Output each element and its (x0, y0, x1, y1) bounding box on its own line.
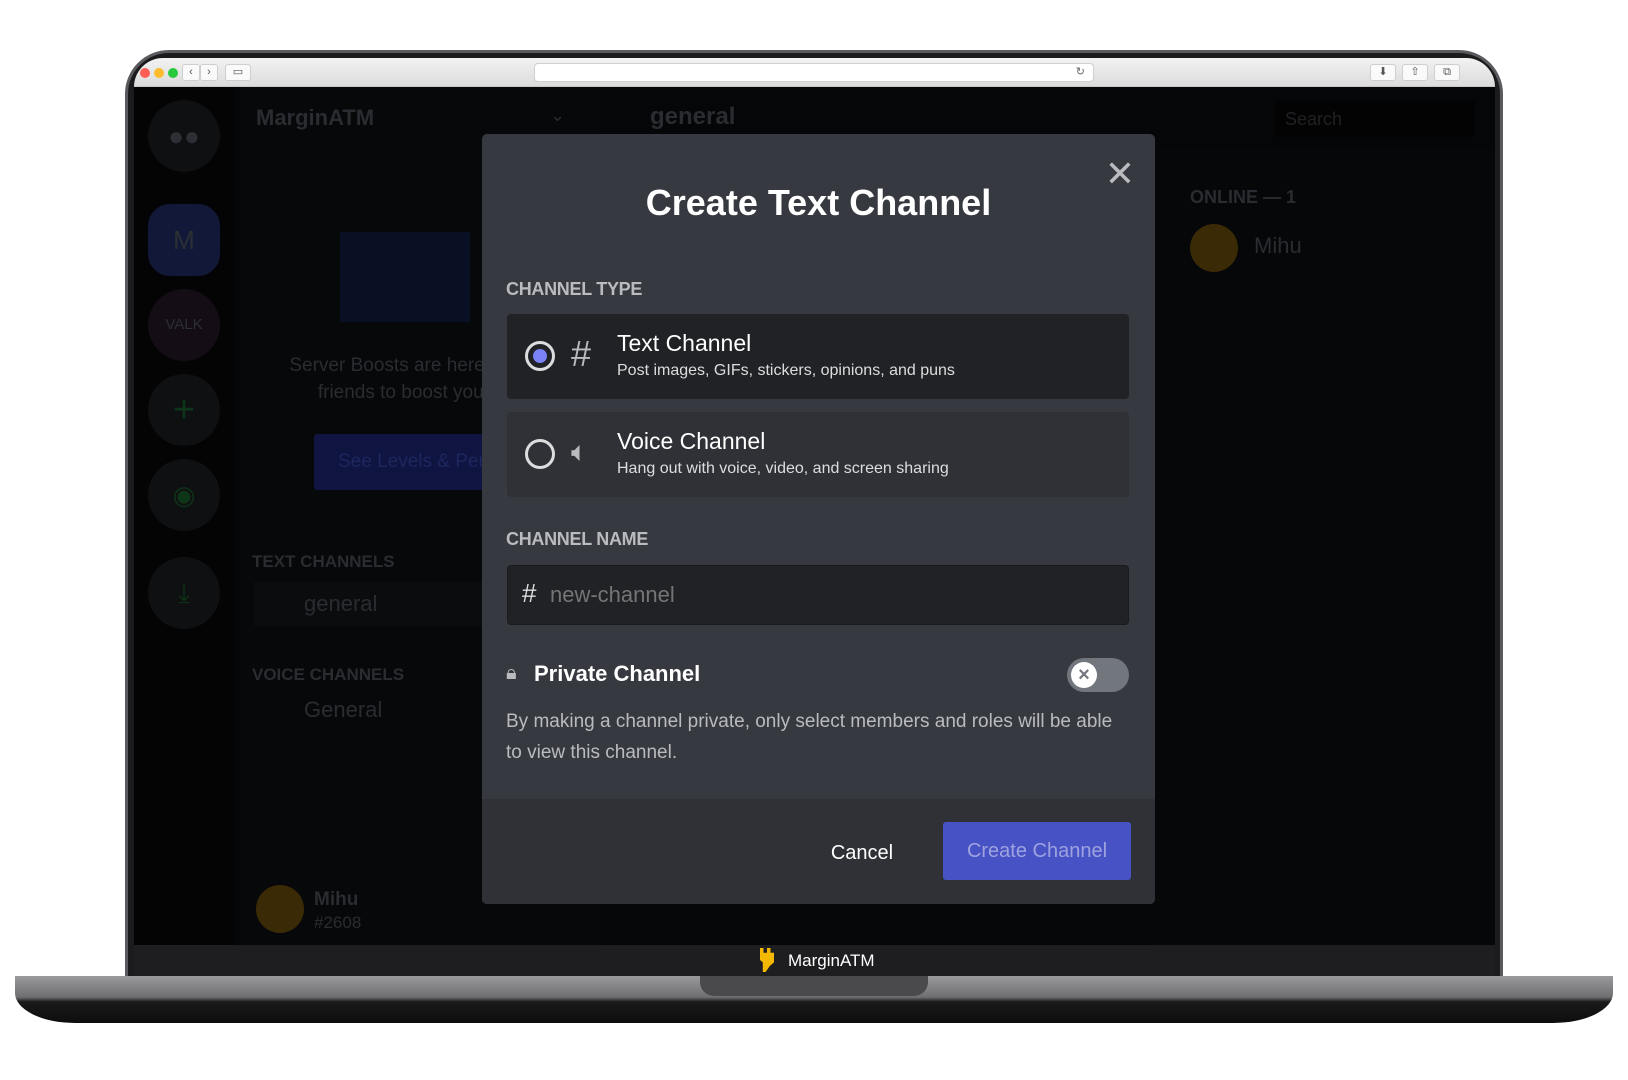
forward-button[interactable]: › (200, 64, 218, 81)
option-name: Voice Channel (617, 428, 766, 454)
refresh-icon[interactable]: ↻ (1076, 66, 1085, 78)
cancel-button[interactable]: Cancel (812, 833, 912, 873)
member-avatar[interactable] (1190, 224, 1238, 272)
add-server-button[interactable]: + (148, 374, 220, 446)
downloads-icon[interactable]: ⬇ (1370, 64, 1396, 81)
server-m[interactable]: M (148, 204, 220, 276)
minimize-window-button[interactable] (154, 68, 164, 78)
brand-logo-icon (760, 948, 774, 972)
explore-icon[interactable]: ◉ (148, 459, 220, 531)
back-button[interactable]: ‹ (182, 64, 200, 81)
server-name[interactable]: MarginATM (256, 105, 374, 131)
channel-name-input[interactable] (550, 576, 1110, 614)
private-channel-description: By making a channel private, only select… (506, 711, 1113, 763)
brand-name: MarginATM (788, 951, 875, 970)
modal-footer: Cancel Create Channel (482, 799, 1155, 904)
member-name[interactable]: Mihu (1254, 233, 1302, 259)
option-desc: Hang out with voice, video, and screen s… (617, 460, 949, 477)
download-apps-icon[interactable]: ⤓ (148, 557, 220, 629)
server-rail: ●● M VALK + ◉ ⤓ (134, 87, 234, 945)
lock-icon: 🔒︎ (506, 662, 517, 684)
option-name: Text Channel (617, 330, 752, 356)
option-voice-channel[interactable]: 🔈︎ Voice Channel Hang out with voice, vi… (507, 412, 1129, 497)
tabs-icon[interactable]: ⧉ (1434, 64, 1460, 81)
maximize-window-button[interactable] (168, 68, 178, 78)
create-channel-modal: Create Text Channel ✕ CHANNEL TYPE # Tex… (482, 134, 1155, 904)
create-channel-button[interactable]: Create Channel (943, 822, 1131, 880)
category-text-channels[interactable]: TEXT CHANNELS (252, 552, 395, 572)
private-channel-toggle[interactable]: × (1067, 658, 1129, 692)
user-name: Mihu (314, 889, 359, 910)
user-tag: #2608 (314, 913, 362, 932)
member-list: ONLINE — 1 Mihu (1154, 149, 1495, 945)
user-avatar[interactable] (256, 885, 304, 933)
close-icon[interactable]: ✕ (1102, 156, 1138, 192)
address-bar[interactable]: ↻ (534, 63, 1094, 82)
radio-unselected[interactable] (525, 439, 555, 469)
category-voice-channels[interactable]: VOICE CHANNELS (252, 665, 404, 685)
channel-name-field[interactable]: # (507, 565, 1129, 625)
browser-toolbar: ‹ › ▭ ↻ ⬇ ⇧ ⧉ (134, 58, 1495, 87)
sidebar-toggle-icon[interactable]: ▭ (225, 64, 251, 81)
boost-illustration (340, 232, 470, 322)
discord-home-icon[interactable]: ●● (148, 100, 220, 172)
search-input[interactable]: Search (1275, 101, 1475, 137)
online-heading: ONLINE — 1 (1190, 187, 1297, 207)
channel-type-label: CHANNEL TYPE (506, 279, 643, 299)
toggle-off-x-icon: × (1071, 662, 1097, 688)
laptop-notch (700, 976, 928, 996)
modal-title: Create Text Channel (645, 182, 992, 223)
speaker-icon: 🔈︎ (571, 436, 588, 467)
voice-channel-general[interactable]: General (304, 697, 382, 723)
hash-icon: # (522, 578, 537, 608)
option-text-channel[interactable]: # Text Channel Post images, GIFs, sticke… (507, 314, 1129, 399)
hash-icon: # (571, 333, 592, 374)
close-window-button[interactable] (140, 68, 150, 78)
share-icon[interactable]: ⇧ (1402, 64, 1428, 81)
chevron-down-icon[interactable]: ⌄ (550, 105, 565, 126)
private-channel-label: Private Channel (534, 661, 701, 686)
header-channel-name: general (650, 103, 736, 130)
option-desc: Post images, GIFs, stickers, opinions, a… (617, 362, 955, 379)
radio-selected[interactable] (525, 341, 555, 371)
boost-text: Server Boosts are here! friends to boost… (289, 355, 490, 403)
laptop-bezel: MarginATM (134, 945, 1495, 976)
channel-name-label: CHANNEL NAME (506, 529, 649, 549)
server-valk[interactable]: VALK (148, 289, 220, 361)
